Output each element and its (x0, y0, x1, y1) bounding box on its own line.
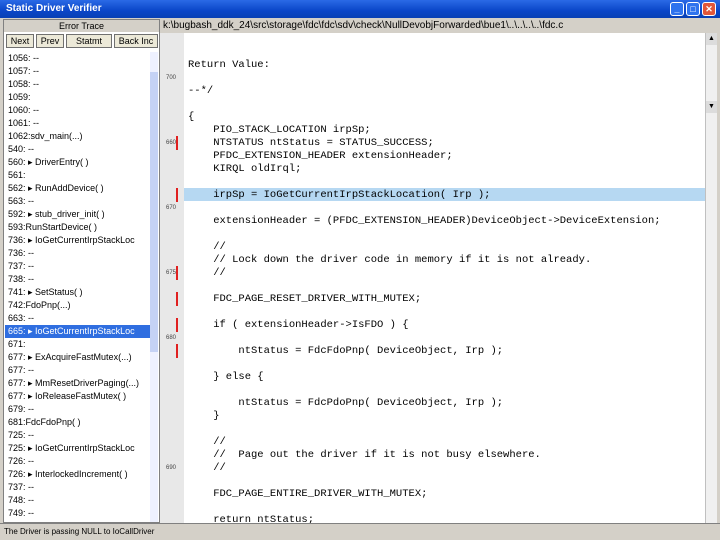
code-line: } (188, 410, 220, 422)
file-path: k:\bugbash_ddk_24\src\storage\fdc\fdc\sd… (160, 19, 717, 33)
code-line: KIRQL oldIrql; (188, 163, 302, 175)
trace-marker-icon (176, 136, 178, 150)
trace-marker-icon (176, 266, 178, 280)
trace-row[interactable]: 1056: -- (5, 52, 150, 65)
trace-marker-icon (176, 188, 178, 202)
trace-marker-icon (176, 292, 178, 306)
trace-row[interactable]: 1058: -- (5, 78, 150, 91)
window-title: Static Driver Verifier (6, 3, 102, 14)
trace-row[interactable]: 741: ▸ SetStatus( ) (5, 286, 150, 299)
code-scrollbar[interactable]: ▲ ▼ (705, 33, 717, 523)
trace-row[interactable]: 679: -- (5, 403, 150, 416)
error-trace-panel: Error Trace Next Prev Statmt Back Inc 10… (3, 19, 160, 523)
gutter-number: 680 (166, 335, 177, 341)
code-line: } else { (188, 371, 264, 383)
trace-row[interactable]: 1057: -- (5, 65, 150, 78)
code-line: // (188, 241, 226, 253)
trace-row[interactable]: 726: ▸ InterlockedIncrement( ) (5, 468, 150, 481)
trace-row[interactable]: 736: -- (5, 247, 150, 260)
trace-panel-header: Error Trace (4, 20, 159, 32)
gutter-number: 660 (166, 140, 177, 146)
code-line: irpSp = IoGetCurrentIrpStackLocation( Ir… (188, 189, 491, 201)
code-line: // Lock down the driver code in memory i… (188, 254, 592, 266)
code-line: // (188, 267, 226, 279)
trace-row[interactable]: 737: -- (5, 260, 150, 273)
trace-row[interactable]: 677: ▸ MmResetDriverPaging(...) (5, 377, 150, 390)
code-view[interactable]: Return Value: --*/ { PIO_STACK_LOCATION ir… (184, 33, 705, 523)
trace-row[interactable]: 681:FdcFdoPnp( ) (5, 416, 150, 429)
code-line: FDC_PAGE_ENTIRE_DRIVER_WITH_MUTEX; (188, 488, 428, 500)
trace-scrollbar[interactable] (150, 52, 158, 522)
code-line: PFDC_EXTENSION_HEADER extensionHeader; (188, 150, 453, 162)
status-bar: The Driver is passing NULL to IoCallDriv… (0, 523, 720, 540)
trace-row[interactable]: 540: -- (5, 143, 150, 156)
trace-row[interactable]: 725: ▸ IoGetCurrentIrpStackLoc (5, 442, 150, 455)
trace-row[interactable]: 677: ▸ ExAcquireFastMutex(...) (5, 351, 150, 364)
trace-row[interactable]: 665: ▸ IoGetCurrentIrpStackLoc (5, 325, 150, 338)
back-inc-button[interactable]: Back Inc (114, 34, 158, 48)
code-line: ntStatus = FdcPdoPnp( DeviceObject, Irp … (188, 397, 504, 409)
trace-row[interactable]: 738: -- (5, 273, 150, 286)
code-line: PIO_STACK_LOCATION irpSp; (188, 124, 371, 136)
trace-row[interactable]: 749: -- (5, 507, 150, 520)
scroll-up-icon[interactable]: ▲ (706, 33, 717, 45)
gutter-number: 675 (166, 270, 177, 276)
code-line: extensionHeader = (PFDC_EXTENSION_HEADER… (188, 215, 661, 227)
trace-row[interactable]: 737: -- (5, 481, 150, 494)
trace-row[interactable]: 748: -- (5, 494, 150, 507)
code-line: FDC_PAGE_RESET_DRIVER_WITH_MUTEX; (188, 293, 422, 305)
minimize-icon[interactable]: _ (670, 2, 684, 16)
code-line: --*/ (188, 85, 214, 97)
gutter-number: 690 (166, 465, 177, 471)
trace-row[interactable]: 562: ▸ RunAddDevice( ) (5, 182, 150, 195)
gutter-number: 670 (166, 205, 177, 211)
code-line: // Page out the driver if it is not busy… (188, 449, 541, 461)
trace-scroll-thumb[interactable] (150, 72, 158, 352)
trace-row[interactable]: 560: ▸ DriverEntry( ) (5, 156, 150, 169)
close-icon[interactable]: ✕ (702, 2, 716, 16)
trace-row[interactable]: 671: (5, 338, 150, 351)
trace-row[interactable]: 561: (5, 169, 150, 182)
code-line: return ntStatus; (188, 514, 315, 523)
trace-row[interactable]: 1060: -- (5, 104, 150, 117)
line-gutter: 700 660 670 675 680 690 (160, 33, 184, 523)
trace-marker-icon (176, 318, 178, 332)
trace-row[interactable]: 592: ▸ stub_driver_init( ) (5, 208, 150, 221)
trace-row[interactable]: 1059: (5, 91, 150, 104)
trace-row[interactable]: 736: ▸ IoGetCurrentIrpStackLoc (5, 234, 150, 247)
source-panel: k:\bugbash_ddk_24\src\storage\fdc\fdc\sd… (160, 19, 717, 523)
trace-row[interactable]: 725: -- (5, 429, 150, 442)
trace-row[interactable]: 1061: -- (5, 117, 150, 130)
maximize-icon[interactable]: □ (686, 2, 700, 16)
window-titlebar: Static Driver Verifier _ □ ✕ (0, 0, 720, 18)
scroll-down-icon[interactable]: ▼ (706, 101, 717, 113)
trace-row[interactable]: 1062:sdv_main(...) (5, 130, 150, 143)
trace-row[interactable]: 663: -- (5, 312, 150, 325)
code-line: NTSTATUS ntStatus = STATUS_SUCCESS; (188, 137, 434, 149)
trace-row[interactable]: 677: ▸ IoReleaseFastMutex( ) (5, 390, 150, 403)
statement-button[interactable]: Statmt (66, 34, 112, 48)
gutter-number: 700 (166, 75, 177, 81)
trace-list[interactable]: 1056: -- 1057: -- 1058: -- 1059: 1060: -- 106… (5, 52, 150, 524)
code-line: // (188, 462, 226, 474)
trace-row[interactable]: 593:RunStartDevice( ) (5, 221, 150, 234)
code-line: ntStatus = FdcFdoPnp( DeviceObject, Irp … (188, 345, 504, 357)
code-line: // (188, 436, 226, 448)
trace-marker-icon (176, 344, 178, 358)
trace-row[interactable]: 726: -- (5, 455, 150, 468)
code-line: Return Value: (188, 59, 270, 71)
code-line: if ( extensionHeader->IsFDO ) { (188, 319, 409, 331)
trace-row[interactable]: 677: -- (5, 364, 150, 377)
code-line: { (188, 111, 195, 123)
trace-row[interactable]: 742:FdoPnp(...) (5, 299, 150, 312)
prev-button[interactable]: Prev (36, 34, 64, 48)
trace-row[interactable]: 563: -- (5, 195, 150, 208)
next-button[interactable]: Next (6, 34, 34, 48)
